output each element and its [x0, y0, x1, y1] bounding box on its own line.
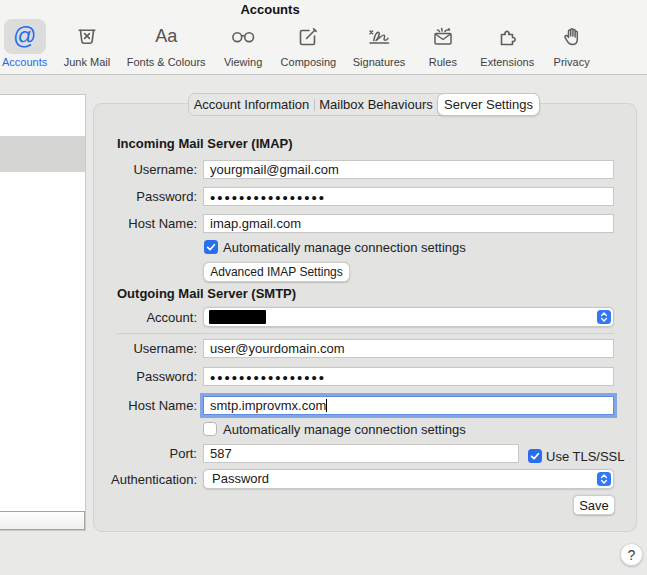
tab-mailbox-behaviours[interactable]: Mailbox Behaviours	[314, 94, 438, 115]
save-button[interactable]: Save	[573, 495, 615, 515]
outgoing-password-field[interactable]: ••••••••••••••••	[203, 367, 614, 386]
advanced-imap-settings-button[interactable]: Advanced IMAP Settings	[203, 262, 350, 282]
signature-icon	[364, 24, 395, 50]
preferences-toolbar: @ Accounts Junk Mail Aa Fonts & Colours	[2, 19, 593, 68]
outgoing-section-heading: Outgoing Mail Server (SMTP)	[117, 286, 296, 301]
outgoing-auto-manage-checkbox[interactable]	[203, 422, 217, 436]
incoming-auto-manage-checkbox[interactable]	[204, 240, 218, 254]
incoming-username-field[interactable]: yourgmail@gmail.com	[203, 160, 614, 179]
authentication-label: Authentication:	[37, 472, 197, 488]
toolbar-item-junk-mail[interactable]: Junk Mail	[64, 19, 110, 68]
text-caret	[326, 399, 327, 412]
incoming-hostname-field[interactable]: imap.gmail.com	[203, 214, 614, 233]
outgoing-account-popup[interactable]	[203, 307, 614, 327]
use-tls-label: Use TLS/SSL	[546, 449, 625, 464]
incoming-auto-manage-label: Automatically manage connection settings	[223, 240, 466, 255]
titlebar-toolbar: Accounts @ Accounts Junk Mail Aa Fonts &…	[0, 0, 647, 75]
toolbar-item-extensions[interactable]: Extensions	[480, 19, 534, 68]
toolbar-item-rules[interactable]: Rules	[422, 19, 464, 68]
use-tls-checkbox[interactable]	[528, 449, 542, 463]
incoming-password-label: Password:	[37, 189, 197, 205]
outgoing-password-label: Password:	[37, 369, 197, 385]
authentication-popup[interactable]: Password	[203, 469, 614, 489]
sidebar-footer-bar[interactable]	[0, 511, 85, 530]
outgoing-username-label: Username:	[37, 341, 197, 357]
port-field[interactable]: 587	[203, 444, 519, 463]
tab-server-settings[interactable]: Server Settings	[437, 93, 540, 116]
toolbar-item-accounts[interactable]: @ Accounts	[2, 19, 47, 68]
incoming-password-field[interactable]: ••••••••••••••••	[203, 187, 614, 206]
incoming-username-label: Username:	[37, 162, 197, 178]
window-title: Accounts	[0, 2, 540, 17]
smtp-divider	[117, 333, 614, 334]
compose-icon	[295, 24, 321, 50]
port-label: Port:	[37, 446, 197, 462]
toolbar-item-fonts-colours[interactable]: Aa Fonts & Colours	[127, 19, 206, 68]
outgoing-hostname-label: Host Name:	[37, 398, 197, 414]
outgoing-auto-manage-label: Automatically manage connection settings	[223, 422, 466, 437]
tab-account-information[interactable]: Account Information	[189, 94, 314, 115]
toolbar-item-viewing[interactable]: Viewing	[222, 19, 264, 68]
glasses-icon	[229, 24, 258, 50]
at-icon: @	[13, 25, 36, 48]
fonts-icon: Aa	[155, 26, 177, 47]
outgoing-username-field[interactable]: user@yourdomain.com	[203, 339, 614, 358]
incoming-section-heading: Incoming Mail Server (IMAP)	[117, 136, 293, 151]
toolbar-item-signatures[interactable]: Signatures	[353, 19, 406, 68]
outgoing-hostname-field[interactable]: smtp.improvmx.com	[203, 396, 614, 415]
popup-stepper-icon	[597, 310, 611, 324]
popup-stepper-icon	[597, 472, 611, 486]
help-button[interactable]: ?	[620, 543, 643, 566]
hand-icon	[559, 24, 585, 50]
toolbar-item-privacy[interactable]: Privacy	[551, 19, 593, 68]
envelope-icon	[430, 24, 456, 50]
incoming-hostname-label: Host Name:	[37, 216, 197, 232]
trash-icon	[74, 23, 100, 50]
mail-preferences-window: Accounts @ Accounts Junk Mail Aa Fonts &…	[0, 0, 647, 575]
redacted-account-value	[209, 310, 266, 324]
puzzle-icon	[494, 24, 521, 50]
toolbar-item-composing[interactable]: Composing	[281, 19, 337, 68]
outgoing-account-label: Account:	[37, 310, 197, 326]
account-tabs: Account Information Mailbox Behaviours S…	[188, 93, 540, 116]
